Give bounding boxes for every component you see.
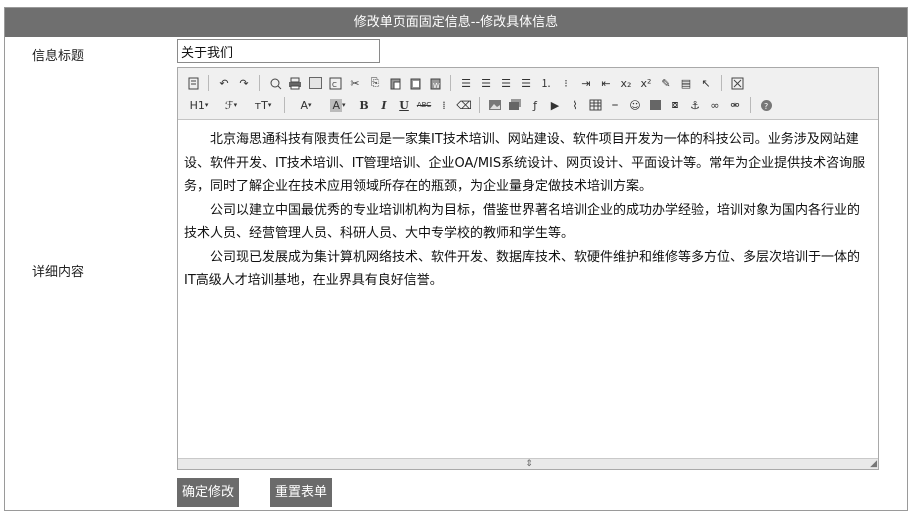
- font-size-dropdown[interactable]: тT ▾: [248, 96, 278, 114]
- toolbar-separator: [208, 75, 209, 91]
- svg-text:C: C: [332, 81, 337, 89]
- content-paragraph: 北京海思通科技有限责任公司是一家集IT技术培训、网站建设、软件项目开发为一体的科…: [184, 132, 866, 194]
- emoticon-icon[interactable]: ☺: [626, 96, 644, 114]
- media-icon[interactable]: ▶: [546, 96, 564, 114]
- link-icon[interactable]: ∞: [706, 96, 724, 114]
- toolbar-row-1: ↶ ↷ C ✂ ⎘ W ☰ ☰ ☰ ☰ ⒈ ⁝ ⇥ ⇤ x₂ x² ✎ ▤ ↖: [184, 73, 746, 93]
- template-icon[interactable]: [306, 74, 324, 92]
- align-center-icon[interactable]: ☰: [477, 74, 495, 92]
- content-paragraph: 公司现已发展成为集计算机网络技术、软件开发、数据库技术、软硬件维护和维修等多方位…: [184, 249, 861, 289]
- title-input[interactable]: [177, 39, 380, 63]
- paste-word-icon[interactable]: W: [426, 74, 444, 92]
- panel-header: 修改单页面固定信息--修改具体信息: [5, 8, 907, 37]
- toolbar-separator: [450, 75, 451, 91]
- table-icon[interactable]: [586, 96, 604, 114]
- image-icon[interactable]: [486, 96, 504, 114]
- strikethrough-button[interactable]: ABC: [415, 96, 433, 114]
- multi-image-icon[interactable]: [506, 96, 524, 114]
- undo-icon[interactable]: ↶: [215, 74, 233, 92]
- content-paragraph: 公司以建立中国最优秀的专业培训机构为目标，借鉴世界著名培训企业的成功办学经验，培…: [184, 202, 861, 242]
- underline-button[interactable]: U: [395, 96, 413, 114]
- edit-panel: 修改单页面固定信息--修改具体信息 信息标题 详细内容 ↶ ↷ C ✂ ⎘ W: [4, 7, 908, 511]
- paste-code-icon[interactable]: C: [326, 74, 344, 92]
- toolbar-separator: [284, 97, 285, 113]
- select-all-icon[interactable]: ▤: [677, 74, 695, 92]
- font-size-label: тT: [254, 98, 268, 112]
- font-family-dropdown[interactable]: ℱ ▾: [216, 96, 246, 114]
- indent-icon[interactable]: ⇥: [577, 74, 595, 92]
- align-left-icon[interactable]: ☰: [457, 74, 475, 92]
- flash-icon[interactable]: ƒ: [526, 96, 544, 114]
- line-height-icon[interactable]: ⁞: [435, 96, 453, 114]
- unordered-list-icon[interactable]: ⁝: [557, 74, 575, 92]
- font-family-label: ℱ: [224, 98, 234, 112]
- anchor-icon[interactable]: ⚓: [686, 96, 704, 114]
- title-label: 信息标题: [32, 49, 85, 64]
- font-color-button[interactable]: A ▾: [291, 96, 321, 114]
- pagebreak-icon[interactable]: ⧇: [666, 96, 684, 114]
- eraser-icon[interactable]: ⌫: [455, 96, 473, 114]
- justify-icon[interactable]: ☰: [517, 74, 535, 92]
- superscript-icon[interactable]: x²: [637, 74, 655, 92]
- bold-button[interactable]: B: [355, 96, 373, 114]
- help-icon[interactable]: ?: [757, 96, 775, 114]
- ordered-list-icon[interactable]: ⒈: [537, 74, 555, 92]
- highlight-label: A: [330, 98, 342, 112]
- copy-icon[interactable]: ⎘: [366, 74, 384, 92]
- highlight-button[interactable]: A ▾: [323, 96, 353, 114]
- rich-text-editor: ↶ ↷ C ✂ ⎘ W ☰ ☰ ☰ ☰ ⒈ ⁝ ⇥ ⇤ x₂ x² ✎ ▤ ↖ …: [177, 67, 879, 470]
- caret-down-icon: ▾: [308, 101, 312, 109]
- editor-resize-bar[interactable]: ⇕ ◢: [178, 458, 878, 469]
- font-color-label: A: [300, 98, 308, 112]
- caret-down-icon: ▾: [267, 101, 272, 109]
- caret-down-icon: ▾: [233, 101, 238, 109]
- toolbar-separator: [721, 75, 722, 91]
- hr-icon[interactable]: ⎯: [606, 96, 624, 114]
- caret-down-icon: ▾: [204, 101, 209, 109]
- outdent-icon[interactable]: ⇤: [597, 74, 615, 92]
- svg-text:W: W: [433, 82, 440, 90]
- print-icon[interactable]: [286, 74, 304, 92]
- resize-grip-icon[interactable]: ⇕: [522, 460, 536, 469]
- redo-icon[interactable]: ↷: [235, 74, 253, 92]
- map-icon[interactable]: [646, 96, 664, 114]
- unlink-icon[interactable]: ⚮: [726, 96, 744, 114]
- paste-text-icon[interactable]: [406, 74, 424, 92]
- italic-button[interactable]: I: [375, 96, 393, 114]
- toolbar-separator: [479, 97, 480, 113]
- svg-text:?: ?: [764, 102, 768, 111]
- paste-icon[interactable]: [386, 74, 404, 92]
- source-icon[interactable]: [184, 74, 202, 92]
- submit-button[interactable]: 确定修改: [177, 478, 240, 507]
- align-right-icon[interactable]: ☰: [497, 74, 515, 92]
- preview-icon[interactable]: [266, 74, 284, 92]
- content-label: 详细内容: [32, 265, 85, 280]
- cut-icon[interactable]: ✂: [346, 74, 364, 92]
- heading-label: H1: [189, 98, 205, 112]
- attachment-icon[interactable]: ⌇: [566, 96, 584, 114]
- editor-content[interactable]: 北京海思通科技有限责任公司是一家集IT技术培训、网站建设、软件项目开发为一体的科…: [184, 128, 870, 293]
- editor-toolbar: ↶ ↷ C ✂ ⎘ W ☰ ☰ ☰ ☰ ⒈ ⁝ ⇥ ⇤ x₂ x² ✎ ▤ ↖ …: [178, 68, 878, 120]
- heading-dropdown[interactable]: H1 ▾: [184, 96, 214, 114]
- fullscreen-icon[interactable]: [728, 74, 746, 92]
- toolbar-separator: [750, 97, 751, 113]
- toolbar-row-2: H1 ▾ ℱ ▾ тT ▾ A ▾ A ▾ B I U ABC ⁞ ⌫ ƒ ▶ ⌇ ⎯: [184, 95, 775, 115]
- reset-button[interactable]: 重置表单: [270, 478, 333, 507]
- pointer-icon[interactable]: ↖: [697, 74, 715, 92]
- toolbar-separator: [259, 75, 260, 91]
- subscript-icon[interactable]: x₂: [617, 74, 635, 92]
- clear-format-icon[interactable]: ✎: [657, 74, 675, 92]
- caret-down-icon: ▾: [342, 101, 346, 109]
- corner-resize-icon[interactable]: ◢: [870, 459, 877, 469]
